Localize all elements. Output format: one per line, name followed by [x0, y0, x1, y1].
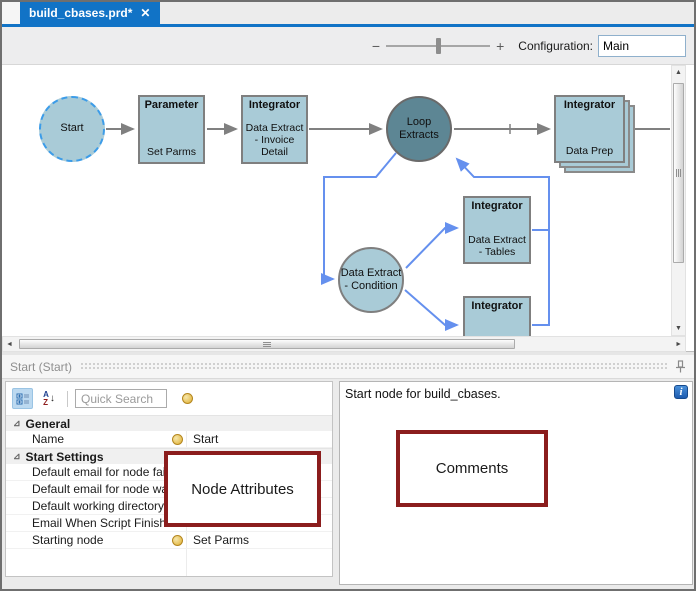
zoom-slider-thumb[interactable] — [436, 37, 441, 54]
canvas-toolbar: − + Configuration: — [2, 27, 694, 64]
node-integrator-partial[interactable]: Integrator — [463, 296, 531, 336]
property-grid-empty — [6, 549, 332, 576]
scroll-left-icon[interactable]: ◄ — [3, 338, 16, 351]
categorized-view-button[interactable] — [12, 388, 33, 409]
node-name-label: Data Prep — [565, 144, 614, 157]
node-type-label: Integrator — [471, 300, 523, 312]
node-start-label: Start — [60, 122, 84, 135]
node-integrator-invoice-detail[interactable]: Integrator Data Extract - Invoice Detail — [241, 95, 308, 164]
quick-search-input[interactable] — [75, 389, 167, 408]
zoom-slider-track[interactable] — [386, 37, 491, 54]
tab-close-icon[interactable]: ✕ — [140, 7, 150, 19]
tab-build-cbases[interactable]: build_cbases.prd* ✕ — [20, 2, 161, 24]
comments-panel[interactable]: Start node for build_cbases. i Comments — [339, 381, 693, 585]
node-name-label: Data Extract - Tables — [468, 233, 526, 258]
toolbar-separator — [67, 390, 68, 407]
node-integrator-data-prep[interactable]: Integrator Data Prep — [554, 95, 625, 163]
property-row-name[interactable]: Name Start — [6, 431, 332, 448]
property-row-starting-node[interactable]: Starting node Set Parms — [6, 532, 332, 549]
connector-condition-integrator2[interactable] — [404, 289, 459, 331]
canvas-area: Start Parameter Set Parms Integrator Dat… — [2, 64, 694, 352]
zoom-slider-group: − + — [372, 37, 504, 54]
node-parameter-set-parms[interactable]: Parameter Set Parms — [138, 95, 205, 164]
comments-text[interactable]: Start node for build_cbases. — [340, 382, 692, 401]
node-name-label: Data Extract - Invoice Detail — [245, 121, 304, 158]
connector-condition-tables[interactable] — [405, 222, 459, 269]
coin-icon — [182, 393, 193, 404]
application-window: build_cbases.prd* ✕ − + Configuration: M… — [0, 0, 696, 591]
node-name-label: Set Parms — [146, 145, 196, 158]
expander-icon: ⊿ — [13, 418, 21, 428]
diagram-canvas[interactable]: Start Parameter Set Parms Integrator Dat… — [2, 65, 670, 336]
coin-icon — [172, 433, 183, 445]
node-data-extract-condition[interactable]: Data Extract - Condition — [338, 247, 404, 313]
tab-label: build_cbases.prd* — [29, 6, 133, 20]
comments-annotation: Comments — [396, 430, 548, 507]
node-attributes-annotation: Node Attributes — [164, 451, 321, 527]
sort-arrow-icon: ↓ — [49, 392, 55, 404]
vertical-scroll-thumb[interactable] — [673, 83, 684, 263]
horizontal-scroll-thumb[interactable] — [19, 339, 515, 349]
properties-region: A Z ↓ ⊿ General Name Start — [2, 379, 694, 589]
pin-icon[interactable] — [675, 360, 686, 373]
zoom-in-icon[interactable]: + — [496, 39, 504, 53]
category-general[interactable]: ⊿ General — [6, 415, 332, 431]
alphabetical-sort-button[interactable]: A Z ↓ — [38, 388, 60, 409]
scroll-right-icon[interactable]: ► — [672, 338, 685, 351]
pane-header: Start (Start) — [2, 355, 694, 379]
scroll-down-icon[interactable]: ▼ — [672, 322, 685, 335]
tab-bar: build_cbases.prd* ✕ — [2, 2, 694, 24]
categorized-icon — [16, 393, 29, 404]
node-condition-label: Data Extract - Condition — [340, 266, 402, 292]
node-start[interactable]: Start — [39, 96, 105, 162]
node-loop-label: Loop Extracts — [399, 115, 439, 141]
tab-bar-spacer — [2, 2, 20, 24]
horizontal-scrollbar[interactable]: ◄ ► — [2, 336, 686, 352]
configuration-input[interactable] — [598, 34, 686, 57]
vertical-scrollbar[interactable]: ▲ ▼ — [671, 65, 686, 336]
info-icon[interactable]: i — [674, 385, 688, 399]
configuration-label: Configuration: — [518, 38, 593, 53]
node-integrator-tables[interactable]: Integrator Data Extract - Tables — [463, 196, 531, 264]
node-loop-extracts[interactable]: Loop Extracts — [386, 96, 452, 162]
property-grid-toolbar: A Z ↓ — [6, 382, 332, 415]
zoom-out-icon[interactable]: − — [372, 39, 380, 53]
scroll-up-icon[interactable]: ▲ — [672, 66, 685, 79]
pane-header-texture — [80, 362, 667, 371]
pane-title: Start (Start) — [10, 359, 73, 374]
node-type-label: Parameter — [144, 99, 199, 111]
node-type-label: Integrator — [563, 99, 616, 111]
sort-az-icon: A Z — [43, 389, 49, 407]
coin-icon — [172, 534, 183, 546]
node-type-label: Integrator — [248, 99, 301, 111]
expander-icon: ⊿ — [13, 451, 21, 461]
node-type-label: Integrator — [471, 200, 523, 212]
node-attributes-panel: A Z ↓ ⊿ General Name Start — [5, 381, 333, 577]
